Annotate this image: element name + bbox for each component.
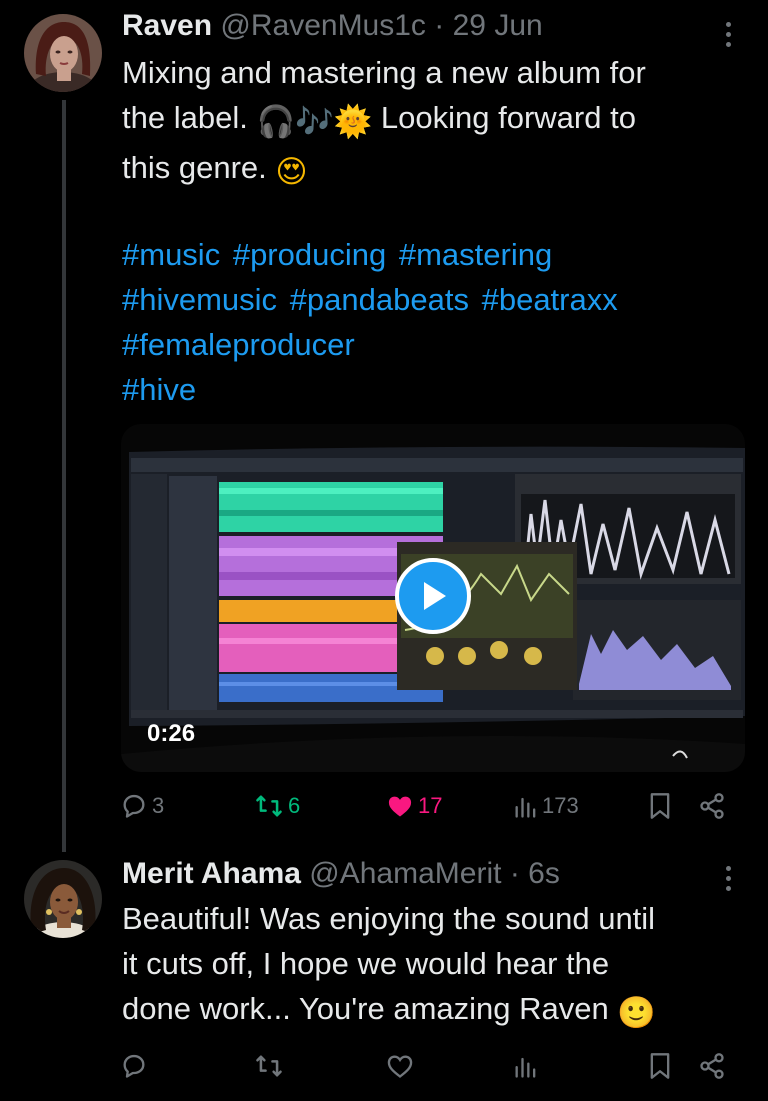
heart-icon [388,796,412,817]
play-button[interactable] [395,558,471,634]
separator: · [509,857,520,890]
smile-emoji: 🙂 [617,995,656,1031]
reply-count: 3 [152,793,165,818]
tweet-text-line: Mixing and mastering a new album for [122,55,646,90]
hashtag-link[interactable]: #hive [122,372,196,407]
hashtag-link[interactable]: #music [122,237,220,272]
reply-actions [120,1046,740,1086]
like-button[interactable] [386,1046,414,1086]
tweet-actions: 3 6 17 173 [120,786,740,826]
reply-header: Merit Ahama @AhamaMerit · 6s [122,856,560,892]
hashtag-link[interactable]: #hivemusic [122,282,277,317]
heart-eyes-emoji: 😍 [275,154,308,190]
tweet-text-line: this genre. 😍 [122,145,742,195]
bookmark-icon [650,793,670,819]
author-handle[interactable]: @AhamaMerit [309,857,501,890]
views-icon [515,1057,536,1078]
tweet-header: Raven @RavenMus1c · 29 Jun [122,8,543,44]
more-icon[interactable] [724,22,732,47]
hashtag-link[interactable]: #femaleproducer [122,327,355,362]
share-button[interactable] [698,786,726,826]
reply-button[interactable] [120,1046,148,1086]
hashtag-link[interactable]: #mastering [399,237,552,272]
raven-avatar[interactable] [24,14,102,92]
views-count: 173 [542,793,579,818]
views-button[interactable]: 173 [514,786,579,826]
share-icon [700,1053,724,1079]
hashtags: #music #producing #mastering #hivemusic … [122,232,742,412]
sun-emoji: 🌞 [333,104,373,140]
video-duration: 0:26 [147,720,196,747]
repost-icon [256,795,282,817]
merit-avatar[interactable] [24,860,102,938]
hashtag-link[interactable]: #beatraxx [482,282,618,317]
author-name[interactable]: Raven [122,9,212,42]
bookmark-button[interactable] [648,1046,672,1086]
like-button[interactable]: 17 [386,786,442,826]
separator: · [434,9,445,42]
bookmark-button[interactable] [648,786,672,826]
reply-text: Beautiful! Was enjoying the sound until … [122,896,742,1036]
views-button[interactable] [514,1046,538,1086]
tweet-text-line: the label. 🎧🎶🌞 Looking forward to [122,95,742,145]
video-player[interactable]: 0:26 [121,424,745,772]
author-name[interactable]: Merit Ahama [122,857,301,890]
like-count: 17 [418,793,443,818]
music-notes-emoji: 🎶 [295,104,334,140]
tweet-text: Mixing and mastering a new album for the… [122,50,742,195]
share-button[interactable] [698,1046,726,1086]
views-icon [515,797,536,818]
repost-button[interactable]: 6 [254,786,300,826]
repost-count: 6 [288,793,301,818]
repost-button[interactable] [254,1046,284,1086]
share-icon [700,793,724,819]
repost-icon [256,1055,282,1077]
tweet-date[interactable]: 29 Jun [453,9,543,42]
reply-icon [123,1054,145,1078]
hashtag-link[interactable]: #producing [233,237,386,272]
play-icon [424,582,446,610]
reply-text-line: Beautiful! Was enjoying the sound until [122,901,656,936]
more-icon[interactable] [724,866,732,891]
reply-icon [123,794,145,818]
reply-button[interactable]: 3 [120,786,164,826]
reply-text-line: it cuts off, I hope we would hear the [122,946,610,981]
thread-line [62,100,66,852]
author-handle[interactable]: @RavenMus1c [220,9,426,42]
reply-date[interactable]: 6s [528,857,560,890]
bookmark-icon [650,1053,670,1079]
reply-text-line: done work... You're amazing Raven 🙂 [122,986,742,1036]
headphones-emoji: 🎧 [256,104,296,140]
hashtag-link[interactable]: #pandabeats [290,282,469,317]
heart-icon [387,1055,413,1078]
